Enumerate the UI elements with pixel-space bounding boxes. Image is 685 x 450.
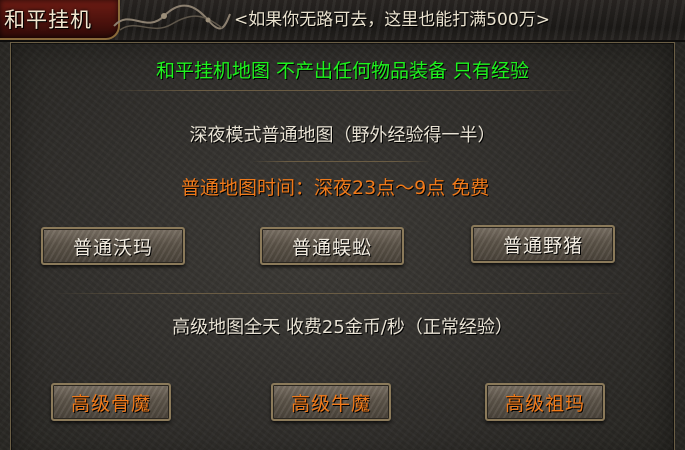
banner-text: 和平挂机地图 不产出任何物品装备 只有经验: [155, 60, 530, 82]
advanced-bone-demon-button[interactable]: 高级骨魔: [51, 383, 171, 421]
divider-top: [101, 90, 581, 91]
normal-time-note: 普通地图时间：深夜23点～9点 免费: [181, 177, 490, 199]
advanced-bull-demon-button[interactable]: 高级牛魔: [271, 383, 391, 421]
top-hint-text: <如果你无路可去，这里也能打满500万>: [234, 10, 550, 30]
normal-centipede-button[interactable]: 普通蜈蚣: [260, 227, 404, 265]
normal-boar-button[interactable]: 普通野猪: [471, 225, 615, 263]
normal-woma-button[interactable]: 普通沃玛: [41, 227, 185, 265]
game-dialog: 和平挂机 <如果你无路可去，这里也能打满500万> 和平挂机地图 不产出任何物品…: [0, 0, 685, 450]
normal-section-title: 深夜模式普通地图（野外经验得一半）: [189, 125, 496, 146]
main-panel: 和平挂机地图 不产出任何物品装备 只有经验 深夜模式普通地图（野外经验得一半） …: [10, 42, 675, 450]
ornament-icon: [113, 4, 231, 31]
advanced-zuma-button[interactable]: 高级祖玛: [485, 383, 605, 421]
divider-normal: [251, 161, 431, 162]
title-tab: 和平挂机: [0, 0, 120, 40]
divider-middle: [51, 293, 631, 294]
advanced-section-title: 高级地图全天 收费25金币/秒（正常经验）: [172, 317, 513, 338]
window-title: 和平挂机: [4, 8, 92, 32]
